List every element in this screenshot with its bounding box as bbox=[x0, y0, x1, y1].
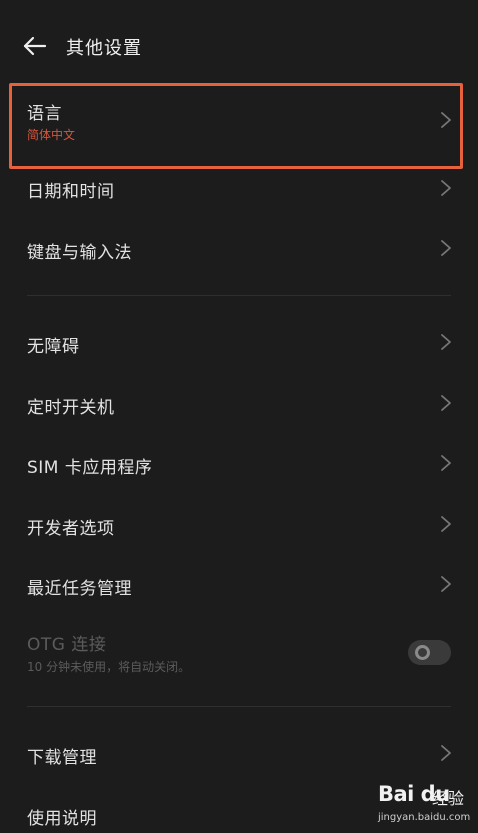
highlight-box bbox=[9, 83, 463, 169]
settings-item-label: 最近任务管理 bbox=[27, 579, 132, 599]
chevron-right-icon bbox=[441, 576, 451, 592]
settings-item-label: 无障碍 bbox=[27, 337, 80, 357]
settings-item-sim-apps[interactable]: SIM 卡应用程序 bbox=[0, 441, 478, 489]
baidu-jingyan-watermark: Bai du 经验 jingyan.baidu.com bbox=[374, 779, 474, 831]
settings-item-label: SIM 卡应用程序 bbox=[27, 458, 153, 478]
header-bar: 其他设置 bbox=[0, 0, 478, 80]
toggle-knob bbox=[415, 645, 430, 660]
settings-item-label: 下载管理 bbox=[27, 748, 97, 768]
watermark-url: jingyan.baidu.com bbox=[378, 812, 471, 823]
section-divider bbox=[27, 295, 451, 296]
settings-item-date-time[interactable]: 日期和时间 bbox=[0, 166, 478, 214]
settings-item-label: OTG 连接 bbox=[27, 635, 107, 655]
settings-item-recent-tasks[interactable]: 最近任务管理 bbox=[0, 562, 478, 610]
settings-item-otg: OTG 连接 10 分钟未使用，将自动关闭。 bbox=[0, 620, 478, 682]
settings-item-label: 使用说明 bbox=[27, 809, 97, 829]
settings-item-label: 开发者选项 bbox=[27, 519, 115, 539]
chevron-right-icon bbox=[441, 180, 451, 196]
chevron-right-icon bbox=[441, 745, 451, 761]
chevron-right-icon bbox=[441, 334, 451, 350]
chevron-right-icon bbox=[441, 455, 451, 471]
settings-item-accessibility[interactable]: 无障碍 bbox=[0, 320, 478, 368]
settings-item-description: 10 分钟未使用，将自动关闭。 bbox=[27, 660, 191, 674]
settings-item-developer-options[interactable]: 开发者选项 bbox=[0, 502, 478, 550]
back-arrow-icon[interactable] bbox=[22, 33, 48, 59]
settings-item-scheduled-power[interactable]: 定时开关机 bbox=[0, 381, 478, 429]
settings-item-label: 定时开关机 bbox=[27, 398, 115, 418]
settings-item-label: 键盘与输入法 bbox=[27, 243, 132, 263]
watermark-text: 经验 bbox=[432, 789, 465, 808]
settings-item-keyboard[interactable]: 键盘与输入法 bbox=[0, 226, 478, 274]
chevron-right-icon bbox=[441, 240, 451, 256]
page-title: 其他设置 bbox=[66, 38, 142, 59]
chevron-right-icon bbox=[441, 516, 451, 532]
chevron-right-icon bbox=[441, 395, 451, 411]
settings-item-label: 日期和时间 bbox=[27, 182, 115, 202]
otg-toggle-switch[interactable] bbox=[408, 640, 451, 665]
section-divider bbox=[27, 706, 451, 707]
settings-item-download-manager[interactable]: 下载管理 bbox=[0, 731, 478, 779]
